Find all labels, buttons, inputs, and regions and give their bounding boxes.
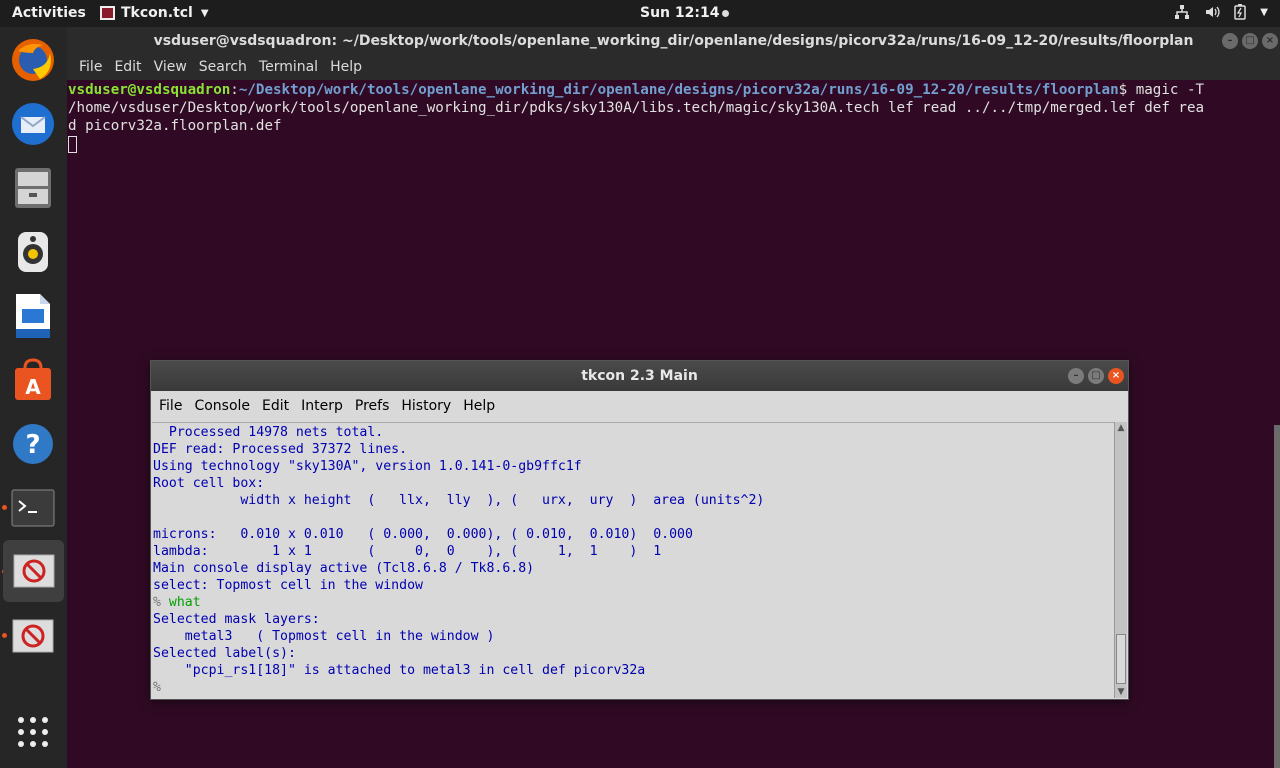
close-icon[interactable]: ×	[1108, 368, 1124, 384]
file-cabinet-icon	[15, 168, 51, 208]
menu-search[interactable]: Search	[193, 55, 253, 80]
system-tray[interactable]: ▼	[1174, 4, 1268, 20]
console-prompt: %	[153, 595, 161, 610]
network-icon	[1175, 5, 1190, 19]
prompt-path: ~/Desktop/work/tools/openlane_working_di…	[238, 82, 1119, 98]
tk-menu-file[interactable]: File	[153, 391, 188, 421]
terminal-titlebar[interactable]: vsduser@vsdsquadron: ~/Desktop/work/tool…	[67, 27, 1280, 55]
terminal-menubar: File Edit View Search Terminal Help	[67, 55, 1280, 80]
terminal-icon	[11, 489, 55, 527]
help-icon: ?	[13, 424, 53, 464]
activities-button[interactable]: Activities	[12, 5, 86, 21]
tkcon-menubar: File Console Edit Interp Prefs History H…	[151, 391, 1128, 421]
console-line: "pcpi_rs1[18]" is attached to metal3 in …	[153, 663, 646, 678]
menu-edit[interactable]: Edit	[108, 55, 147, 80]
show-applications-button[interactable]	[8, 707, 58, 757]
tk-menu-console[interactable]: Console	[188, 391, 256, 421]
help-launcher[interactable]: ?	[8, 419, 58, 469]
tkcon-scrollbar[interactable]: ▲ ▼	[1114, 422, 1127, 698]
tkcon-window: tkcon 2.3 Main – □ × File Console Edit I…	[150, 360, 1129, 700]
clock[interactable]: Sun 12:14	[640, 5, 730, 21]
tk-menu-prefs[interactable]: Prefs	[349, 391, 395, 421]
libreoffice-writer-launcher[interactable]	[8, 291, 58, 341]
menu-terminal[interactable]: Terminal	[253, 55, 324, 80]
app-menu[interactable]: Tkcon.tcl ▼	[100, 5, 209, 21]
tkcon-titlebar[interactable]: tkcon 2.3 Main – □ ×	[151, 361, 1128, 391]
menu-view[interactable]: View	[148, 55, 193, 80]
prohibited-app-icon	[13, 554, 54, 588]
tkcon-app-icon	[100, 6, 115, 20]
minimize-icon[interactable]: –	[1222, 33, 1238, 49]
menu-file[interactable]: File	[73, 55, 108, 80]
ubuntu-software-launcher[interactable]: A	[8, 355, 58, 405]
clock-text: Sun 12:14	[640, 5, 720, 21]
tk-menu-edit[interactable]: Edit	[256, 391, 295, 421]
console-line: Selected mask layers:	[153, 612, 320, 627]
running-indicator	[2, 505, 7, 510]
prompt-user: vsduser@vsdsquadron	[68, 82, 231, 98]
notification-dot-icon	[722, 9, 730, 17]
prohibited-app-icon	[12, 619, 54, 653]
scroll-down-icon[interactable]: ▼	[1115, 686, 1127, 698]
shopping-bag-icon: A	[15, 358, 51, 400]
tkcon-console[interactable]: Processed 14978 nets total. DEF read: Pr…	[152, 422, 1115, 698]
console-input-prompt[interactable]: %	[153, 680, 161, 695]
menu-help[interactable]: Help	[324, 55, 368, 80]
maximize-icon[interactable]: □	[1242, 33, 1258, 49]
app-name: Tkcon.tcl	[121, 5, 193, 21]
svg-text:A: A	[25, 375, 41, 399]
terminal-launcher[interactable]	[8, 483, 58, 533]
console-line: width x height ( llx, lly ), ( urx, ury …	[153, 493, 765, 508]
tk-menu-history[interactable]: History	[395, 391, 457, 421]
close-icon[interactable]: ×	[1262, 33, 1278, 49]
magic-layout-launcher[interactable]	[8, 611, 58, 661]
terminal-cursor	[68, 136, 77, 153]
terminal-title: vsduser@vsdsquadron: ~/Desktop/work/tool…	[153, 33, 1194, 49]
svg-text:?: ?	[25, 430, 40, 460]
tk-menu-interp[interactable]: Interp	[295, 391, 349, 421]
firefox-icon	[12, 39, 54, 81]
console-line: select: Topmost cell in the window	[153, 578, 423, 593]
speaker-icon	[18, 232, 48, 272]
command-line-2: /home/vsduser/Desktop/work/tools/openlan…	[68, 100, 1205, 116]
chevron-down-icon: ▼	[200, 7, 209, 19]
scroll-thumb[interactable]	[1116, 634, 1126, 684]
console-command: what	[168, 595, 201, 610]
terminal-output[interactable]: vsduser@vsdsquadron:~/Desktop/work/tools…	[67, 80, 1280, 153]
console-line: microns: 0.010 x 0.010 ( 0.000, 0.000), …	[153, 527, 693, 542]
scroll-up-icon[interactable]: ▲	[1115, 422, 1127, 434]
tk-menu-help[interactable]: Help	[457, 391, 501, 421]
battery-icon	[1234, 4, 1247, 20]
top-bar: Activities Tkcon.tcl ▼ Sun 12:14 ▼	[0, 0, 1280, 27]
console-line: Processed 14978 nets total.	[153, 425, 384, 440]
app-grid-icon	[18, 717, 48, 747]
writer-document-icon	[16, 294, 50, 338]
console-line: lambda: 1 x 1 ( 0, 0 ), ( 1, 1 ) 1	[153, 544, 662, 559]
terminal-scrollbar[interactable]	[1274, 425, 1280, 768]
console-line: Using technology "sky130A", version 1.0.…	[153, 459, 582, 474]
firefox-launcher[interactable]	[8, 35, 58, 85]
files-launcher[interactable]	[8, 163, 58, 213]
tkcon-title: tkcon 2.3 Main	[581, 368, 698, 384]
console-line: Selected label(s):	[153, 646, 296, 661]
rhythmbox-launcher[interactable]	[8, 227, 58, 277]
maximize-icon[interactable]: □	[1088, 368, 1104, 384]
thunderbird-launcher[interactable]	[8, 99, 58, 149]
command-line-1: $ magic -T	[1118, 82, 1205, 98]
console-line: DEF read: Processed 37372 lines.	[153, 442, 408, 457]
volume-icon	[1206, 6, 1220, 18]
console-line: Main console display active (Tcl8.6.8 / …	[153, 561, 535, 576]
tkcon-launcher[interactable]	[3, 540, 64, 602]
running-indicator	[2, 633, 7, 638]
console-line: Root cell box:	[153, 476, 265, 491]
console-line: metal3 ( Topmost cell in the window )	[153, 629, 495, 644]
power-menu-chevron-icon: ▼	[1260, 6, 1268, 18]
prompt-colon: :	[230, 82, 239, 98]
thunderbird-icon	[12, 103, 54, 145]
minimize-icon[interactable]: –	[1068, 368, 1084, 384]
dock: A ?	[0, 27, 67, 768]
command-line-3: d picorv32a.floorplan.def	[68, 118, 282, 134]
